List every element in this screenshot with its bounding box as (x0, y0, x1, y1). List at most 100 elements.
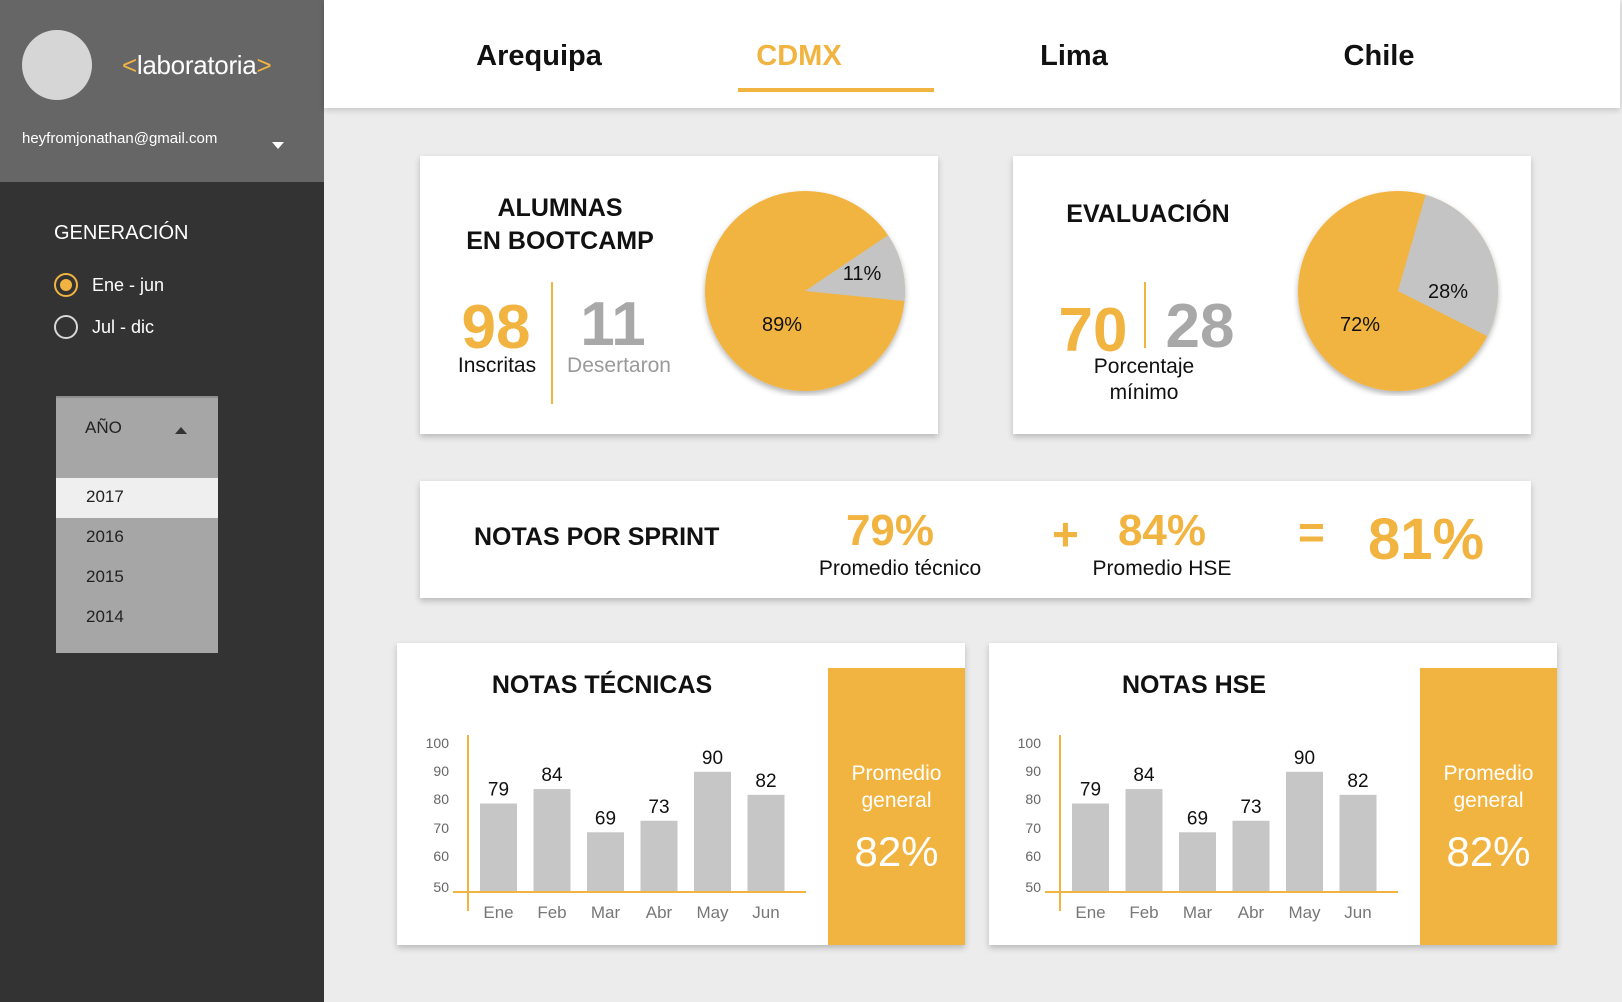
y-tick-label: 80 (433, 791, 449, 807)
y-tick-label: 70 (433, 820, 449, 836)
promedio-general-value: 82% (1446, 828, 1531, 875)
porcentaje-label-line2: mínimo (1109, 381, 1179, 404)
y-tick-label: 60 (1025, 848, 1041, 864)
bar-may (694, 771, 731, 891)
x-tick-label: Ene (1075, 903, 1105, 922)
bar-value-label: 82 (1347, 771, 1368, 792)
bar-value-label: 90 (702, 748, 723, 769)
avatar[interactable] (22, 30, 92, 100)
alumnas-pie-chart: 89% 11% (705, 191, 905, 391)
caret-up-icon[interactable] (175, 427, 187, 434)
y-tick-label: 80 (1025, 791, 1041, 807)
x-tick-label: Jun (1344, 903, 1371, 922)
promedio-label-line1: Promedio (851, 762, 942, 785)
bar-value-label: 79 (1080, 779, 1101, 800)
pie-label-main: 72% (1340, 314, 1380, 336)
notas-por-sprint-card: NOTAS POR SPRINT 79% Promedio técnico + … (420, 481, 1531, 598)
bar-may (1286, 771, 1323, 891)
year-option-2014[interactable]: 2014 (56, 598, 218, 638)
desertaron-value: 11 (580, 290, 646, 359)
bar-mar (1179, 832, 1216, 891)
radio-unchecked-icon[interactable] (54, 315, 78, 339)
bar-value-label: 79 (488, 779, 509, 800)
tab-chile[interactable]: Chile (1324, 40, 1434, 73)
desertaron-label: Desertaron (567, 354, 671, 377)
promedio-hse-value: 84% (1117, 506, 1207, 555)
bar-jun (747, 794, 785, 891)
promedio-hse-label: Promedio HSE (1092, 557, 1232, 580)
y-tick-label: 50 (433, 879, 449, 895)
y-tick-label: 90 (433, 763, 449, 779)
bar-ene (1072, 803, 1109, 891)
x-tick-label: Feb (1129, 903, 1158, 922)
bar-value-label: 73 (648, 797, 669, 818)
tab-cdmx[interactable]: CDMX (734, 40, 864, 73)
radio-checked-icon[interactable] (54, 273, 78, 297)
promedio-general-label: Promedio general (828, 760, 965, 814)
bar-feb (1125, 789, 1163, 891)
year-dropdown[interactable]: AÑO 2017 2016 2015 2014 (56, 396, 218, 653)
porcentaje-label-line1: Porcentaje (1093, 355, 1195, 378)
y-tick-label: 100 (1018, 735, 1042, 751)
year-option-2015[interactable]: 2015 (56, 558, 218, 598)
user-email: heyfromjonathan@gmail.com (22, 130, 218, 147)
evaluacion-secondary-value: 28 (1165, 292, 1235, 361)
divider (551, 282, 553, 404)
pie-label-secondary: 28% (1428, 281, 1468, 303)
x-tick-label: May (1288, 903, 1321, 922)
bar-feb (533, 789, 571, 891)
y-tick-label: 70 (1025, 820, 1041, 836)
notas-tecnicas-bar-chart: 100 90 80 70 60 50 79 Ene 84 Feb 69 Mar 73 Abr 90 May 82… (426, 735, 806, 922)
year-option-2016[interactable]: 2016 (56, 518, 218, 558)
tab-lima[interactable]: Lima (1014, 40, 1134, 73)
logo-text: laboratoria (136, 50, 257, 80)
promedio-label-line2: general (1453, 789, 1524, 812)
bar-value-label: 73 (1240, 797, 1261, 818)
tab-arequipa[interactable]: Arequipa (474, 40, 604, 73)
evaluacion-pie-chart: 72% 28% (1298, 191, 1498, 391)
year-dropdown-header[interactable]: AÑO (56, 396, 218, 478)
y-tick-label: 100 (426, 735, 450, 751)
bar-value-label: 69 (595, 808, 616, 829)
x-tick-label: Mar (1183, 903, 1213, 922)
promedio-general-value: 82% (854, 828, 939, 875)
x-tick-label: Mar (591, 903, 621, 922)
bar-jun (1339, 794, 1377, 891)
bar-abr (1232, 820, 1270, 891)
promedio-tecnico-value: 79% (845, 506, 935, 555)
bar-value-label: 84 (541, 765, 563, 786)
radio-jul-dic[interactable]: Jul - dic (54, 315, 154, 339)
bar-value-label: 84 (1133, 765, 1155, 786)
y-tick-label: 50 (1025, 879, 1041, 895)
bar-value-label: 82 (755, 771, 776, 792)
promedio-general-panel: Promedio general 82% (1420, 668, 1557, 945)
city-tabbar: Arequipa CDMX Lima Chile (324, 0, 1620, 108)
alumnas-title-line2: EN BOOTCAMP (466, 227, 654, 255)
promedio-general-label: Promedio general (1420, 760, 1557, 814)
evaluacion-card: EVALUACIÓN 70 28 Porcentaje mínimo 72% 28… (1013, 156, 1531, 434)
alumnas-card: ALUMNAS EN BOOTCAMP 98 Inscritas 11 Dese… (420, 156, 938, 434)
y-tick-label: 60 (433, 848, 449, 864)
sprint-total-value: 81% (1368, 507, 1485, 572)
sidebar: <laboratoria> heyfromjonathan@gmail.com … (0, 0, 324, 1002)
inscritas-label: Inscritas (457, 354, 537, 377)
evaluacion-main-value: 70 (1058, 296, 1128, 365)
x-tick-label: Ene (483, 903, 513, 922)
alumnas-title: ALUMNAS EN BOOTCAMP (460, 192, 660, 258)
evaluacion-title: EVALUACIÓN (1066, 200, 1230, 228)
bar-value-label: 69 (1187, 808, 1208, 829)
account-menu-caret-icon[interactable] (272, 142, 284, 149)
year-dropdown-label: AÑO (85, 418, 122, 437)
divider (1144, 282, 1146, 348)
bar-abr (640, 820, 678, 891)
active-tab-indicator (738, 88, 934, 92)
bar-value-label: 90 (1294, 748, 1315, 769)
x-tick-label: Abr (1238, 903, 1265, 922)
radio-ene-jun[interactable]: Ene - jun (54, 273, 164, 297)
sprint-title: NOTAS POR SPRINT (474, 523, 720, 551)
notas-tecnicas-card: NOTAS TÉCNICAS 100 90 80 70 60 50 79 Ene 84 Feb 69… (397, 643, 965, 945)
inscritas-value: 98 (461, 293, 531, 362)
pie-label-main: 89% (762, 314, 802, 336)
year-option-2017[interactable]: 2017 (56, 478, 218, 518)
alumnas-title-line1: ALUMNAS (497, 194, 623, 222)
